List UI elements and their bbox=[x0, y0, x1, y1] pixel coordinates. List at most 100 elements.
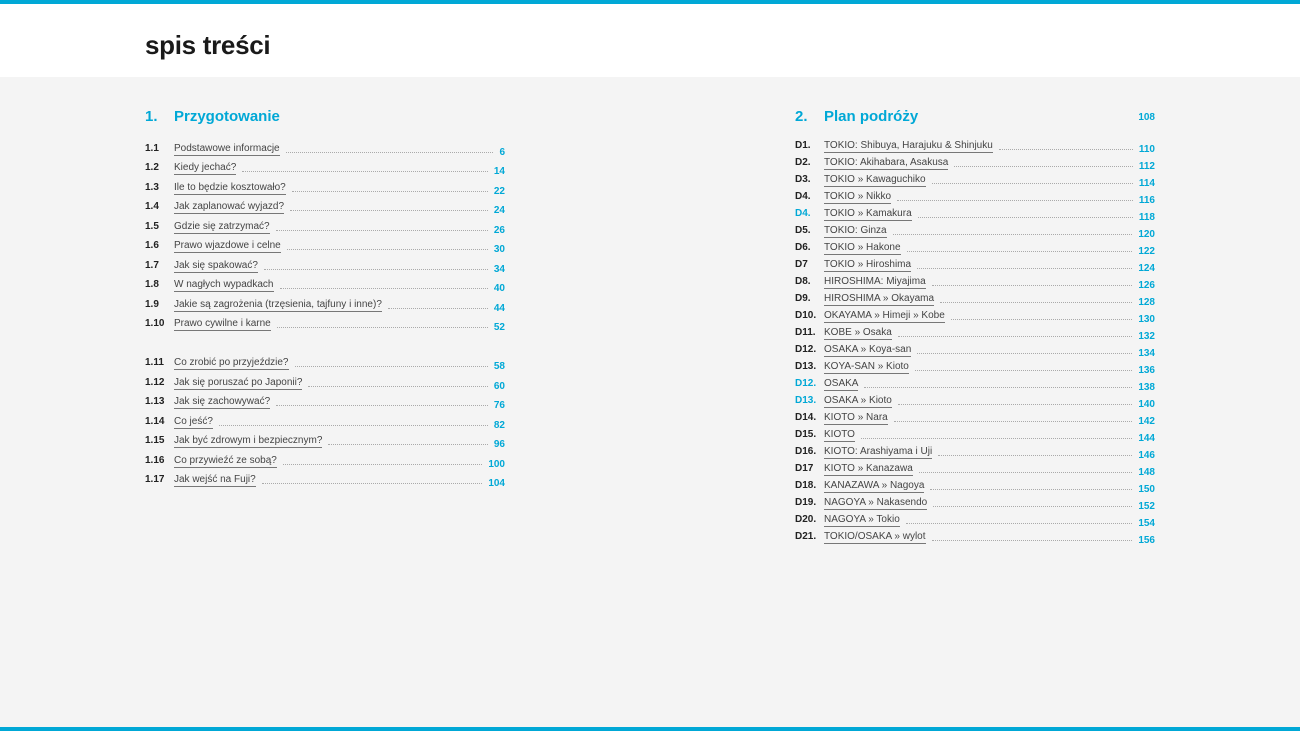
entry-link[interactable]: KOBE » Osaka bbox=[824, 327, 892, 340]
entry-page-number[interactable]: 104 bbox=[488, 478, 505, 490]
entry-page-number[interactable]: 52 bbox=[494, 322, 505, 334]
toc-entry[interactable]: 1.17 Jak wejść na Fuji? 104 bbox=[145, 468, 505, 490]
toc-entry[interactable]: 1.12 Jak się poruszać po Japonii? 60 bbox=[145, 370, 505, 392]
toc-entry[interactable]: D2. TOKIO: Akihabara, Asakusa 112 bbox=[795, 153, 1155, 172]
entry-link[interactable]: Co jeść? bbox=[174, 416, 213, 429]
toc-entry[interactable]: D16. KIOTO: Arashiyama i Uji 146 bbox=[795, 442, 1155, 461]
entry-link[interactable]: TOKIO/OSAKA » wylot bbox=[824, 531, 926, 544]
entry-link[interactable]: TOKIO: Akihabara, Asakusa bbox=[824, 157, 949, 170]
entry-link[interactable]: Ile to będzie kosztowało? bbox=[174, 182, 286, 195]
toc-entry[interactable]: D8. HIROSHIMA: Miyajima 126 bbox=[795, 272, 1155, 291]
entry-link[interactable]: Gdzie się zatrzymać? bbox=[174, 221, 270, 234]
toc-entry[interactable]: 1.11 Co zrobić po przyjeździe? 58 bbox=[145, 351, 505, 372]
toc-entry[interactable]: 1.15 Jak być zdrowym i bezpiecznym? 96 bbox=[145, 429, 505, 450]
entry-number: D12. bbox=[795, 378, 817, 389]
entry-link[interactable]: Kiedy jechać? bbox=[174, 162, 237, 175]
toc-entry[interactable]: D13. KOYA-SAN » Kioto 136 bbox=[795, 357, 1155, 376]
toc-entry[interactable]: D14. KIOTO » Nara 142 bbox=[795, 408, 1155, 427]
toc-entry[interactable]: 1.2 Kiedy jechać? 14 bbox=[145, 156, 505, 177]
section-title[interactable]: Plan podróży bbox=[824, 108, 918, 125]
toc-entry[interactable]: 1.4 Jak zaplanować wyjazd? 24 bbox=[145, 195, 505, 216]
entry-link[interactable]: TOKIO » Hakone bbox=[824, 242, 901, 255]
toc-entry[interactable]: D12. OSAKA » Koya-san 134 bbox=[795, 340, 1155, 359]
entry-link[interactable]: Prawo wjazdowe i celne bbox=[174, 240, 281, 253]
toc-entry[interactable]: 1.16 Co przywieźć ze sobą? 100 bbox=[145, 448, 505, 470]
entry-link[interactable]: Co przywieźć ze sobą? bbox=[174, 455, 277, 468]
entry-link[interactable]: TOKIO » Kamakura bbox=[824, 208, 912, 221]
dot-leader bbox=[387, 307, 488, 309]
entry-link[interactable]: Prawo cywilne i karne bbox=[174, 318, 271, 331]
entry-link[interactable]: Jak zaplanować wyjazd? bbox=[174, 201, 285, 214]
toc-entry[interactable]: D6. TOKIO » Hakone 122 bbox=[795, 238, 1155, 257]
toc-entry[interactable]: 1.6 Prawo wjazdowe i celne 30 bbox=[145, 234, 505, 255]
entry-link[interactable]: HIROSHIMA » Okayama bbox=[824, 293, 935, 306]
toc-entry[interactable]: D7 TOKIO » Hiroshima 124 bbox=[795, 255, 1155, 274]
entry-link[interactable]: TOKIO » Nikko bbox=[824, 191, 892, 204]
entry-link[interactable]: TOKIO » Hiroshima bbox=[824, 259, 912, 272]
toc-entry[interactable]: D4. TOKIO » Kamakura 118 bbox=[795, 204, 1155, 223]
entry-link[interactable]: TOKIO: Shibuya, Harajuku & Shinjuku bbox=[824, 140, 993, 153]
toc-entry[interactable]: D19. NAGOYA » Nakasendo 152 bbox=[795, 493, 1155, 512]
toc-entry[interactable]: 1.7 Jak się spakować? 34 bbox=[145, 253, 505, 275]
toc-entry[interactable]: D12. OSAKA 138 bbox=[795, 374, 1155, 393]
entry-page-number[interactable]: 156 bbox=[1138, 535, 1155, 547]
toc-entry[interactable]: D9. HIROSHIMA » Okayama 128 bbox=[795, 289, 1155, 308]
toc-entry[interactable]: 1.9 Jakie są zagrożenia (trzęsienia, tajf… bbox=[145, 292, 505, 314]
dot-leader bbox=[892, 233, 1133, 235]
toc-entry[interactable]: 1.8 W nagłych wypadkach 40 bbox=[145, 273, 505, 294]
toc-entry[interactable]: D13. OSAKA » Kioto 140 bbox=[795, 391, 1155, 410]
entry-link[interactable]: Jak się spakować? bbox=[174, 260, 258, 273]
toc-entry[interactable]: D5. TOKIO: Ginza 120 bbox=[795, 221, 1155, 240]
dot-leader bbox=[242, 170, 488, 172]
entry-link[interactable]: NAGOYA » Tokio bbox=[824, 514, 900, 527]
entry-link[interactable]: TOKIO: Ginza bbox=[824, 225, 887, 238]
toc-entry[interactable]: 1.3 Ile to będzie kosztowało? 22 bbox=[145, 175, 505, 197]
entry-link[interactable]: Jak być zdrowym i bezpiecznym? bbox=[174, 435, 323, 448]
entry-link[interactable]: OSAKA » Kioto bbox=[824, 395, 892, 408]
toc-entry[interactable]: D21. TOKIO/OSAKA » wylot 156 bbox=[795, 527, 1155, 547]
entry-link[interactable]: KIOTO bbox=[824, 429, 855, 442]
toc-entry[interactable]: 1.13 Jak się zachowywać? 76 bbox=[145, 390, 505, 411]
dot-leader bbox=[917, 267, 1133, 269]
entry-link[interactable]: KIOTO » Nara bbox=[824, 412, 888, 425]
entry-link[interactable]: KIOTO » Kanazawa bbox=[824, 463, 913, 476]
toc-entry[interactable]: 1.14 Co jeść? 82 bbox=[145, 409, 505, 431]
entry-link[interactable]: OKAYAMA » Himeji » Kobe bbox=[824, 310, 945, 323]
entry-link[interactable]: W nagłych wypadkach bbox=[174, 279, 274, 292]
entry-link[interactable]: Jak się poruszać po Japonii? bbox=[174, 377, 303, 390]
entry-link[interactable]: KOYA-SAN » Kioto bbox=[824, 361, 909, 374]
toc-entry[interactable]: D11. KOBE » Osaka 132 bbox=[795, 323, 1155, 342]
toc-entry[interactable]: D17 KIOTO » Kanazawa 148 bbox=[795, 459, 1155, 478]
entry-link[interactable]: NAGOYA » Nakasendo bbox=[824, 497, 928, 510]
dot-leader bbox=[917, 352, 1133, 354]
entry-link[interactable]: KANAZAWA » Nagoya bbox=[824, 480, 925, 493]
section-preparation: 1. Przygotowanie 1.1 Podstawowe informacj… bbox=[145, 108, 505, 490]
entry-number: D5. bbox=[795, 225, 811, 236]
entry-link[interactable]: Jakie są zagrożenia (trzęsienia, tajfuny… bbox=[174, 299, 382, 312]
section-title[interactable]: Przygotowanie bbox=[174, 108, 280, 125]
entry-link[interactable]: Jak się zachowywać? bbox=[174, 396, 271, 409]
toc-entry[interactable]: 1.5 Gdzie się zatrzymać? 26 bbox=[145, 214, 505, 236]
dot-leader bbox=[291, 190, 488, 192]
toc-entry[interactable]: 1.10 Prawo cywilne i karne 52 bbox=[145, 312, 505, 334]
toc-entry[interactable]: D1. TOKIO: Shibuya, Harajuku & Shinjuku 11… bbox=[795, 136, 1155, 155]
entry-link[interactable]: OSAKA bbox=[824, 378, 859, 391]
entry-link[interactable]: KIOTO: Arashiyama i Uji bbox=[824, 446, 933, 459]
toc-entry[interactable]: D20. NAGOYA » Tokio 154 bbox=[795, 510, 1155, 529]
entry-link[interactable]: HIROSHIMA: Miyajima bbox=[824, 276, 926, 289]
entry-link[interactable]: OSAKA » Koya-san bbox=[824, 344, 912, 357]
entry-number: 1.4 bbox=[145, 201, 159, 212]
toc-entry[interactable]: D18. KANAZAWA » Nagoya 150 bbox=[795, 476, 1155, 495]
entry-link[interactable]: Jak wejść na Fuji? bbox=[174, 474, 256, 487]
entry-link[interactable]: Co zrobić po przyjeździe? bbox=[174, 357, 289, 370]
dot-leader bbox=[897, 403, 1133, 405]
entry-link[interactable]: TOKIO » Kawaguchiko bbox=[824, 174, 926, 187]
toc-entry[interactable]: D10. OKAYAMA » Himeji » Kobe 130 bbox=[795, 306, 1155, 325]
toc-entry[interactable]: D4. TOKIO » Nikko 116 bbox=[795, 187, 1155, 206]
toc-entry[interactable]: D15. KIOTO 144 bbox=[795, 425, 1155, 444]
section-page-number[interactable]: 108 bbox=[1138, 112, 1155, 123]
toc-entry[interactable]: 1.1 Podstawowe informacje 6 bbox=[145, 136, 505, 158]
toc-entry[interactable]: D3. TOKIO » Kawaguchiko 114 bbox=[795, 170, 1155, 189]
entry-number: D19. bbox=[795, 497, 817, 508]
entry-link[interactable]: Podstawowe informacje bbox=[174, 143, 280, 156]
